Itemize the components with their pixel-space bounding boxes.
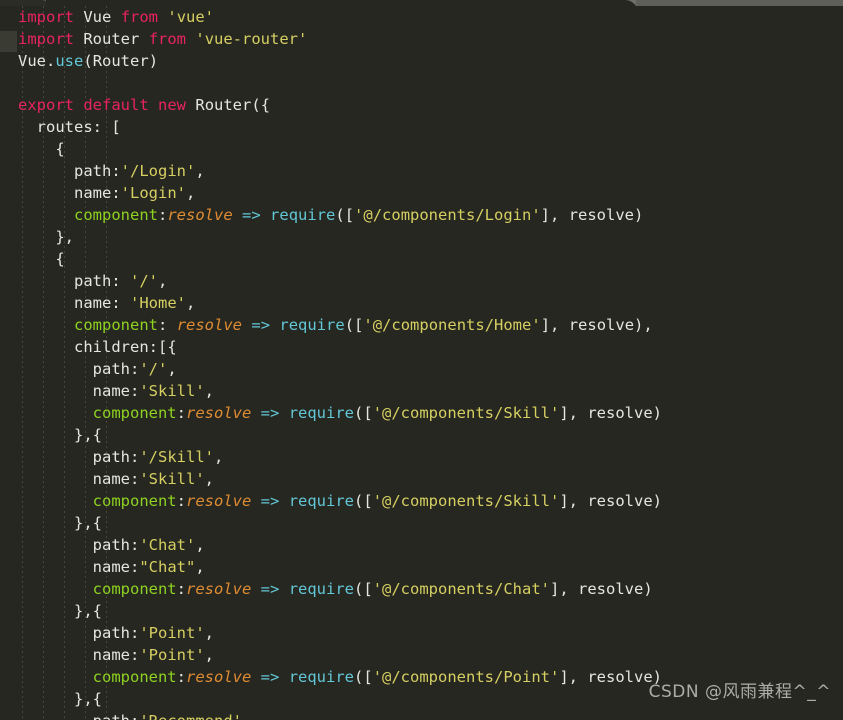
code-line[interactable]: },	[0, 226, 843, 248]
code-line[interactable]: path:'Chat',	[0, 534, 843, 556]
code-line[interactable]: path:'/',	[0, 358, 843, 380]
code-line[interactable]: {	[0, 248, 843, 270]
code-line[interactable]: children:[{	[0, 336, 843, 358]
code-line[interactable]	[0, 72, 843, 94]
code-line[interactable]: },{	[0, 512, 843, 534]
code-line[interactable]: path: '/',	[0, 270, 843, 292]
code-line[interactable]: import Router from 'vue-router'	[0, 28, 843, 50]
code-line[interactable]: },{	[0, 600, 843, 622]
code-line[interactable]: name:'Login',	[0, 182, 843, 204]
code-line[interactable]: export default new Router({	[0, 94, 843, 116]
code-content[interactable]: import Vue from 'vue' import Router from …	[0, 6, 843, 720]
code-line[interactable]: component:resolve => require(['@/compone…	[0, 578, 843, 600]
code-line[interactable]: component:resolve => require(['@/compone…	[0, 666, 843, 688]
code-line[interactable]: component:resolve => require(['@/compone…	[0, 204, 843, 226]
code-line[interactable]: name:'Point',	[0, 644, 843, 666]
code-line[interactable]: },{	[0, 688, 843, 710]
code-line[interactable]: },{	[0, 424, 843, 446]
code-line[interactable]: routes: [	[0, 116, 843, 138]
code-line[interactable]: component:resolve => require(['@/compone…	[0, 490, 843, 512]
code-line[interactable]: {	[0, 138, 843, 160]
code-editor-surface[interactable]: import Vue from 'vue' import Router from …	[0, 6, 843, 720]
code-line[interactable]: Vue.use(Router)	[0, 50, 843, 72]
code-line[interactable]: name:'Skill',	[0, 380, 843, 402]
code-line[interactable]: path:'/Login',	[0, 160, 843, 182]
code-line[interactable]: component:resolve => require(['@/compone…	[0, 402, 843, 424]
code-line[interactable]: name:'Skill',	[0, 468, 843, 490]
code-line[interactable]: import Vue from 'vue'	[0, 6, 843, 28]
code-line[interactable]: name: 'Home',	[0, 292, 843, 314]
code-line[interactable]: name:"Chat",	[0, 556, 843, 578]
editor-window: import Vue from 'vue' import Router from …	[0, 0, 843, 720]
code-line[interactable]: path:'/Skill',	[0, 446, 843, 468]
code-line[interactable]: component: resolve => require(['@/compon…	[0, 314, 843, 336]
code-line[interactable]: path:'Recommend'	[0, 710, 843, 720]
code-line[interactable]: path:'Point',	[0, 622, 843, 644]
